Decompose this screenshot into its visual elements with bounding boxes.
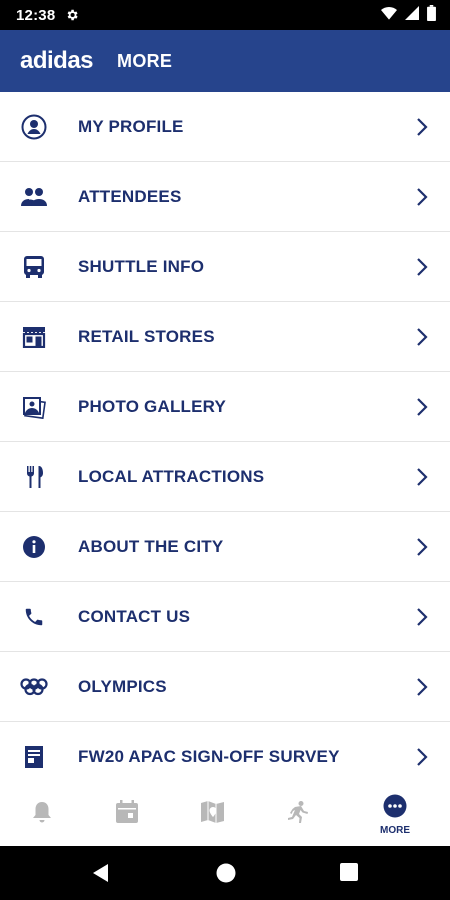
signal-icon	[405, 5, 419, 25]
menu-item-local-attractions[interactable]: LOCAL ATTRACTIONS	[0, 442, 450, 512]
menu-item-label: FW20 APAC SIGN-OFF SURVEY	[78, 747, 340, 766]
chevron-right-icon	[416, 537, 428, 557]
page-title: MORE	[117, 50, 173, 71]
chevron-right-icon	[416, 747, 428, 767]
system-nav-bar	[0, 846, 450, 900]
menu-item-label: ATTENDEES	[78, 187, 182, 206]
wifi-icon	[381, 6, 397, 25]
menu-item-label: PHOTO GALLERY	[78, 397, 227, 416]
status-time: 12:38	[16, 6, 56, 24]
chevron-right-icon	[416, 257, 428, 277]
chevron-right-icon	[416, 117, 428, 137]
attendees-icon	[20, 184, 48, 210]
chevron-right-icon	[416, 467, 428, 487]
profile-icon	[20, 114, 48, 140]
more-icon	[383, 794, 407, 823]
runner-icon	[286, 800, 310, 829]
tab-label: MORE	[380, 825, 410, 836]
menu-item-my-profile[interactable]: MY PROFILE	[0, 92, 450, 162]
map-icon	[200, 800, 226, 829]
back-icon[interactable]	[90, 862, 114, 884]
menu-item-label: ABOUT THE CITY	[78, 537, 224, 556]
menu-item-label: CONTACT US	[78, 607, 191, 626]
menu-item-photo-gallery[interactable]: PHOTO GALLERY	[0, 372, 450, 442]
tab-notifications[interactable]	[7, 784, 77, 846]
tab-more[interactable]: MORE	[360, 784, 430, 846]
survey-icon	[20, 744, 48, 770]
menu-item-label: RETAIL STORES	[78, 327, 215, 346]
status-bar: 12:38	[0, 0, 450, 30]
menu-list: MY PROFILE ATTENDEES SHUTTLE INFO RETAIL…	[0, 92, 450, 784]
menu-item-retail-stores[interactable]: RETAIL STORES	[0, 302, 450, 372]
fork-knife-icon	[20, 464, 48, 490]
bell-icon	[31, 800, 53, 829]
tab-calendar[interactable]	[92, 784, 162, 846]
menu-item-shuttle-info[interactable]: SHUTTLE INFO	[0, 232, 450, 302]
recents-icon[interactable]	[339, 862, 363, 884]
app-header: adidas MORE	[0, 30, 450, 92]
menu-item-label: SHUTTLE INFO	[78, 257, 205, 276]
store-icon	[20, 324, 48, 350]
tab-activity[interactable]	[263, 784, 333, 846]
menu-item-label: OLYMPICS	[78, 677, 167, 696]
menu-item-label: LOCAL ATTRACTIONS	[78, 467, 265, 486]
chevron-right-icon	[416, 327, 428, 347]
chevron-right-icon	[416, 187, 428, 207]
bus-icon	[20, 254, 48, 280]
menu-item-contact-us[interactable]: CONTACT US	[0, 582, 450, 652]
menu-item-about-the-city[interactable]: ABOUT THE CITY	[0, 512, 450, 582]
olympic-rings-icon	[20, 674, 48, 700]
brand-logo: adidas	[20, 47, 94, 74]
chevron-right-icon	[416, 397, 428, 417]
chevron-right-icon	[416, 677, 428, 697]
home-icon[interactable]	[215, 862, 239, 884]
calendar-icon	[115, 799, 139, 829]
bottom-nav: MORE	[0, 784, 450, 846]
gear-icon	[65, 8, 79, 22]
menu-item-label: MY PROFILE	[78, 117, 184, 136]
battery-icon	[427, 4, 436, 26]
photo-gallery-icon	[20, 394, 48, 420]
tab-map[interactable]	[178, 784, 248, 846]
menu-item-attendees[interactable]: ATTENDEES	[0, 162, 450, 232]
phone-icon	[20, 604, 48, 630]
info-icon	[20, 534, 48, 560]
menu-item-fw20-survey[interactable]: FW20 APAC SIGN-OFF SURVEY	[0, 722, 450, 784]
chevron-right-icon	[416, 607, 428, 627]
menu-item-olympics[interactable]: OLYMPICS	[0, 652, 450, 722]
